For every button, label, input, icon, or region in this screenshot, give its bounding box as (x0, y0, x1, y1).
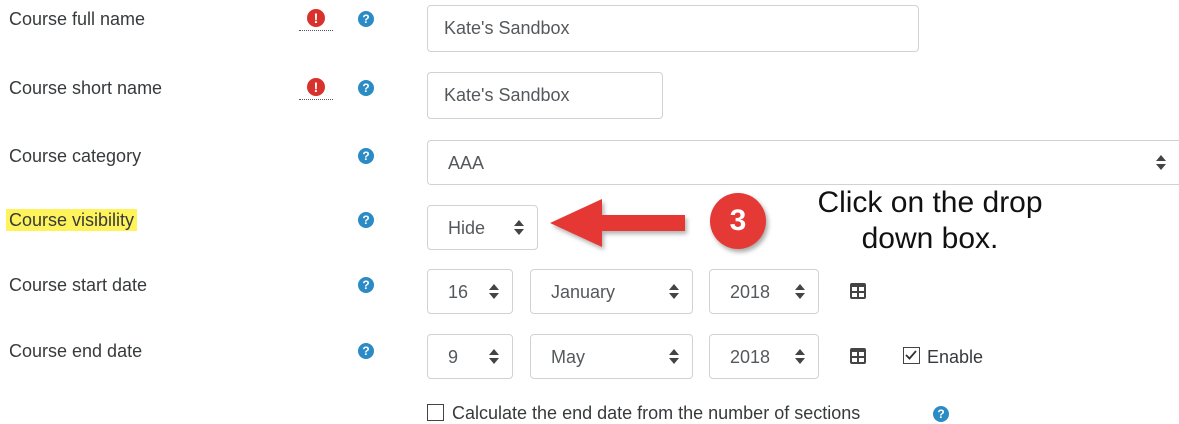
start-year-select[interactable]: 2018 (709, 269, 819, 314)
required-indicator: ! (299, 8, 333, 31)
end-day-select[interactable]: 9 (427, 334, 513, 379)
start-date-label: Course start date (9, 275, 148, 295)
enable-end-date-checkbox[interactable] (903, 347, 920, 364)
start-day-value: 16 (448, 282, 469, 302)
annotation-line-1: Click on the drop (817, 186, 1043, 219)
sort-caret-icon (668, 282, 680, 302)
category-value: AAA (448, 153, 485, 173)
help-icon[interactable]: ? (358, 148, 374, 164)
annotation-line-2: down box. (861, 222, 999, 255)
calc-end-date-label: Calculate the end date from the number o… (452, 403, 861, 423)
short-name-label: Course short name (9, 78, 163, 98)
enable-end-date-label: Enable (927, 347, 984, 367)
step-badge: 3 (710, 193, 766, 249)
category-label: Course category (9, 146, 142, 166)
calendar-icon[interactable] (850, 348, 866, 364)
end-day-value: 9 (448, 347, 459, 367)
full-name-input[interactable]: Kate's Sandbox (427, 5, 919, 52)
end-month-value: May (551, 347, 586, 367)
start-day-select[interactable]: 16 (427, 269, 513, 314)
start-month-select[interactable]: January (530, 269, 693, 314)
start-month-value: January (551, 282, 616, 302)
end-date-label: Course end date (9, 341, 143, 361)
visibility-value: Hide (448, 218, 486, 238)
visibility-select[interactable]: Hide (427, 205, 538, 250)
full-name-label: Course full name (9, 9, 146, 29)
calendar-icon[interactable] (850, 283, 866, 299)
short-name-value: Kate's Sandbox (444, 85, 570, 105)
help-icon[interactable]: ? (358, 212, 374, 228)
sort-caret-icon (794, 282, 806, 302)
help-icon[interactable]: ? (358, 343, 374, 359)
checkmark-icon (905, 350, 917, 360)
sort-caret-icon (794, 347, 806, 367)
help-icon[interactable]: ? (358, 80, 374, 96)
sort-caret-icon (488, 347, 500, 367)
visibility-label: Course visibility (6, 209, 138, 231)
full-name-value: Kate's Sandbox (444, 18, 570, 38)
sort-caret-icon (668, 347, 680, 367)
short-name-input[interactable]: Kate's Sandbox (427, 72, 663, 119)
help-icon[interactable]: ? (358, 11, 374, 27)
required-icon: ! (307, 9, 325, 27)
annotation-arrow (550, 199, 685, 247)
end-month-select[interactable]: May (530, 334, 693, 379)
start-year-value: 2018 (730, 282, 771, 302)
required-indicator: ! (299, 77, 333, 100)
category-select[interactable]: AAA (427, 140, 1179, 185)
sort-caret-icon (488, 282, 500, 302)
help-icon[interactable]: ? (358, 277, 374, 293)
calc-end-date-checkbox[interactable] (427, 404, 444, 421)
required-icon: ! (307, 78, 325, 96)
end-year-value: 2018 (730, 347, 771, 367)
end-year-select[interactable]: 2018 (709, 334, 819, 379)
sort-caret-icon (513, 218, 525, 238)
sort-caret-icon (1155, 153, 1167, 173)
help-icon[interactable]: ? (933, 406, 949, 422)
